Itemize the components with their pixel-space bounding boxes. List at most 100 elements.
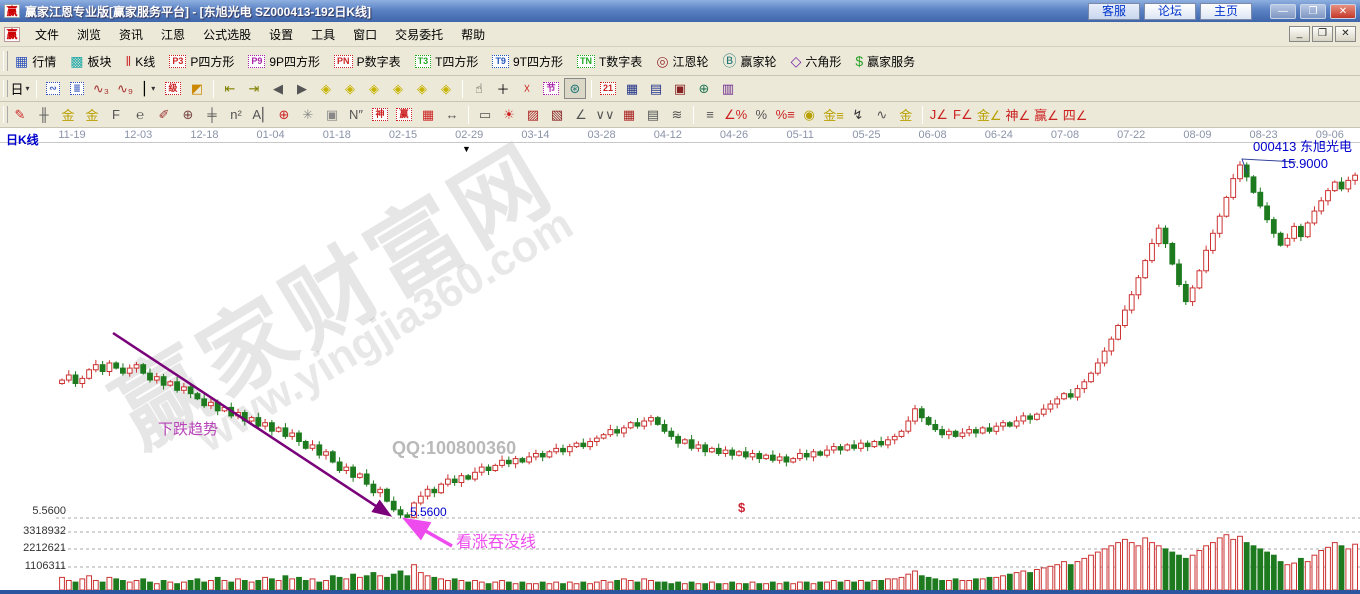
candle-body[interactable] bbox=[432, 489, 437, 492]
candle-body[interactable] bbox=[270, 423, 275, 432]
candle-body[interactable] bbox=[852, 445, 857, 448]
candle-body[interactable] bbox=[1143, 261, 1148, 278]
candle-body[interactable] bbox=[601, 435, 606, 438]
wave3-icon[interactable]: ∿₃ bbox=[90, 78, 112, 99]
time-wheel-icon[interactable]: ⊕ bbox=[177, 104, 199, 125]
menu-item-8[interactable]: 交易委托 bbox=[386, 23, 452, 46]
candle-body[interactable] bbox=[1136, 278, 1141, 295]
candle-body[interactable] bbox=[364, 474, 369, 484]
wave9-icon[interactable]: ∿₉ bbox=[114, 78, 136, 99]
grid-red-icon[interactable]: ▦ bbox=[618, 104, 640, 125]
first-page-icon[interactable]: ⇤ bbox=[219, 78, 241, 99]
gold-underline-icon[interactable]: 金 bbox=[895, 104, 917, 125]
candle-body[interactable] bbox=[913, 409, 918, 421]
candle-body[interactable] bbox=[66, 375, 71, 380]
candle-body[interactable] bbox=[622, 428, 627, 433]
candle-body[interactable] bbox=[750, 454, 755, 457]
candle-body[interactable] bbox=[723, 450, 728, 453]
diamond-plus-icon[interactable]: ◈ bbox=[411, 78, 433, 99]
gold-levels-icon[interactable]: 金≡ bbox=[822, 104, 845, 125]
candle-body[interactable] bbox=[1028, 416, 1033, 419]
candle-body[interactable] bbox=[1231, 179, 1236, 198]
a-mirror-icon[interactable]: A⎜ bbox=[249, 104, 271, 125]
diamond-right-icon[interactable]: ◈ bbox=[339, 78, 361, 99]
crosshair-icon[interactable]: ＋ bbox=[492, 78, 514, 99]
memo-icon[interactable]: ▤ bbox=[645, 78, 667, 99]
candle-body[interactable] bbox=[93, 365, 98, 370]
candle-body[interactable] bbox=[655, 418, 660, 425]
menu-item-9[interactable]: 帮助 bbox=[452, 23, 494, 46]
candle-body[interactable] bbox=[710, 448, 715, 451]
candle-body[interactable] bbox=[344, 467, 349, 470]
candle-body[interactable] bbox=[994, 426, 999, 431]
candle-body[interactable] bbox=[1258, 192, 1263, 206]
candle-body[interactable] bbox=[100, 365, 105, 372]
candle-body[interactable] bbox=[1285, 238, 1290, 245]
prev-bar-icon[interactable]: ◀ bbox=[267, 78, 289, 99]
candle-body[interactable] bbox=[127, 368, 132, 373]
candle-body[interactable] bbox=[1163, 228, 1168, 243]
segment-icon[interactable]: 节 bbox=[540, 78, 562, 99]
overlay-icon[interactable]: ∾ bbox=[42, 78, 64, 99]
fan-icon[interactable]: ▨ bbox=[522, 104, 544, 125]
sectors-button[interactable]: ▩板块 bbox=[63, 49, 118, 73]
candle-body[interactable] bbox=[974, 430, 979, 433]
candle-body[interactable] bbox=[418, 496, 423, 503]
candle-body[interactable] bbox=[642, 421, 647, 426]
j-angle-icon[interactable]: J∠ bbox=[928, 104, 950, 125]
candle-body[interactable] bbox=[1353, 175, 1358, 180]
candle-body[interactable] bbox=[764, 455, 769, 458]
percent-levels-icon[interactable]: %≡ bbox=[774, 104, 796, 125]
candle-body[interactable] bbox=[737, 452, 742, 455]
candle-body[interactable] bbox=[804, 454, 809, 457]
candle-body[interactable] bbox=[391, 501, 396, 510]
candle-body[interactable] bbox=[662, 425, 667, 432]
candle-body[interactable] bbox=[276, 428, 281, 431]
candle-body[interactable] bbox=[1048, 404, 1053, 409]
red-grid-icon[interactable]: ▦ bbox=[417, 104, 439, 125]
candle-body[interactable] bbox=[919, 409, 924, 418]
candle-body[interactable] bbox=[195, 394, 200, 399]
child-restore-button[interactable]: ❐ bbox=[1312, 26, 1333, 42]
titlebar-link-2[interactable]: 主页 bbox=[1200, 3, 1252, 20]
candle-body[interactable] bbox=[980, 428, 985, 433]
candle-body[interactable] bbox=[452, 479, 457, 482]
restore-button[interactable]: ❐ bbox=[1300, 4, 1326, 19]
candle-body[interactable] bbox=[1170, 244, 1175, 265]
candle-body[interactable] bbox=[1001, 423, 1006, 426]
candle-body[interactable] bbox=[574, 443, 579, 446]
candle-body[interactable] bbox=[682, 440, 687, 443]
downtrend-line[interactable] bbox=[113, 333, 388, 514]
candle-body[interactable] bbox=[594, 438, 599, 441]
candle-body[interactable] bbox=[378, 489, 383, 492]
menu-item-4[interactable]: 公式选股 bbox=[194, 23, 260, 46]
calendar-icon[interactable]: 21 bbox=[597, 78, 619, 99]
fib-list-icon[interactable]: ≡ bbox=[699, 104, 721, 125]
candle-body[interactable] bbox=[1271, 220, 1276, 234]
candle-body[interactable] bbox=[1021, 416, 1026, 421]
hexagon-button[interactable]: ◇六角形 bbox=[784, 49, 849, 73]
candle-body[interactable] bbox=[330, 452, 335, 462]
menu-item-2[interactable]: 资讯 bbox=[110, 23, 152, 46]
wave-channel-icon[interactable]: ∿ bbox=[871, 104, 893, 125]
candle-body[interactable] bbox=[879, 442, 884, 445]
candlestick-plot[interactable] bbox=[0, 128, 1360, 594]
candle-body[interactable] bbox=[466, 476, 471, 479]
diamond-h-icon[interactable]: ◈ bbox=[363, 78, 385, 99]
grid2-icon[interactable]: ╪ bbox=[201, 104, 223, 125]
n2-icon[interactable]: n² bbox=[225, 104, 247, 125]
candle-body[interactable] bbox=[818, 452, 823, 455]
candle-body[interactable] bbox=[73, 375, 78, 384]
ying-angle-icon[interactable]: 赢∠ bbox=[1033, 104, 1060, 125]
workstation-icon[interactable]: ▥ bbox=[717, 78, 739, 99]
candle-body[interactable] bbox=[303, 442, 308, 449]
candle-body[interactable] bbox=[297, 433, 302, 442]
titlebar-link-0[interactable]: 客服 bbox=[1088, 3, 1140, 20]
winner-wheel-button[interactable]: Ⓑ赢家轮 bbox=[716, 49, 784, 73]
save-icon[interactable]: ▣ bbox=[669, 78, 691, 99]
diamond-x-icon[interactable]: ◈ bbox=[387, 78, 409, 99]
minimize-button[interactable]: — bbox=[1270, 4, 1296, 19]
engulfing-arrow[interactable] bbox=[408, 521, 452, 546]
candle-body[interactable] bbox=[791, 459, 796, 462]
candle-body[interactable] bbox=[1332, 182, 1337, 191]
